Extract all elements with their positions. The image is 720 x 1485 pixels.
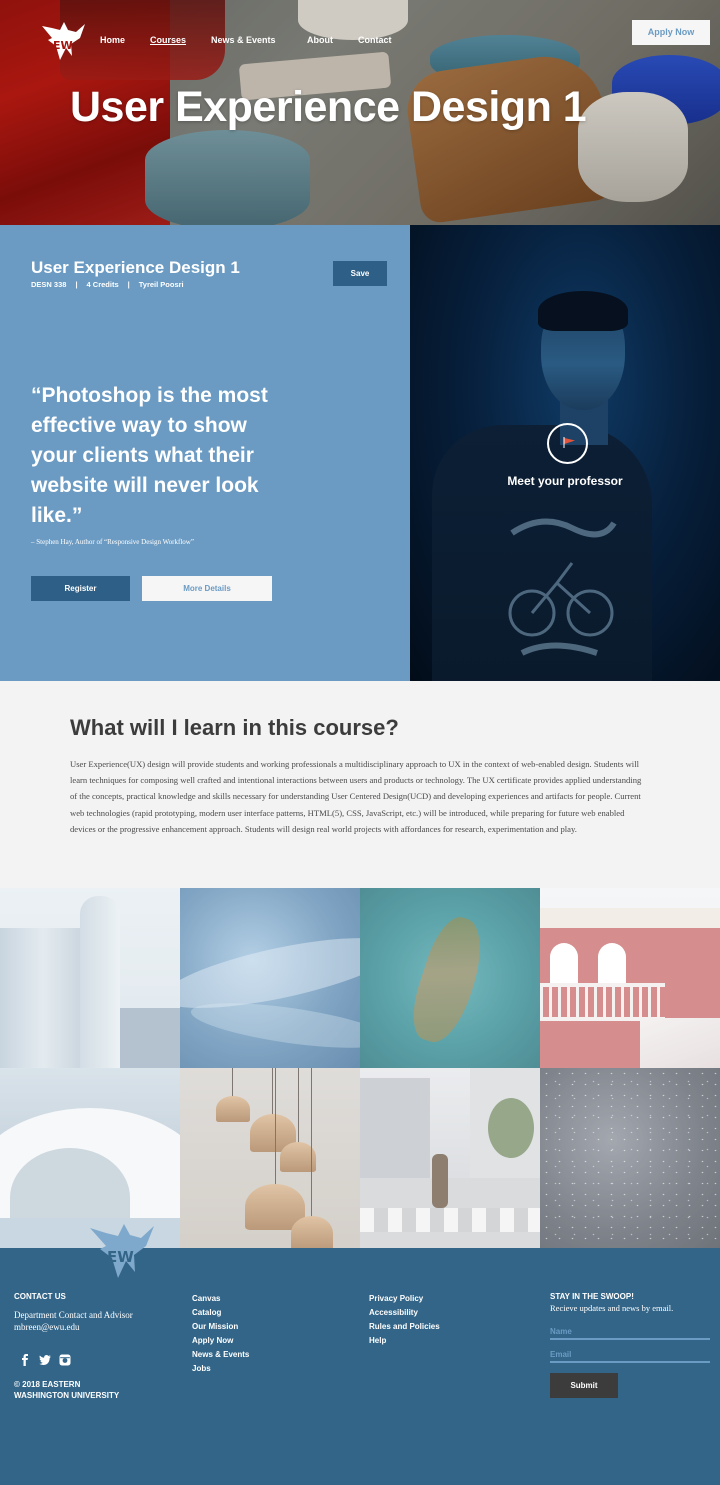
gallery-image-street[interactable]: [360, 1068, 540, 1248]
footer-link-apply[interactable]: Apply Now: [192, 1334, 249, 1348]
register-button[interactable]: Register: [31, 576, 130, 601]
newsletter-submit-button[interactable]: Submit: [550, 1373, 618, 1398]
course-credits: 4 Credits: [86, 280, 119, 289]
twitter-icon[interactable]: [38, 1353, 52, 1367]
image-wash: [360, 888, 540, 1068]
nav-courses[interactable]: Courses: [150, 35, 186, 45]
image-wash: [180, 888, 360, 1068]
footer-link-accessibility[interactable]: Accessibility: [369, 1306, 440, 1320]
gallery-image-lamps[interactable]: [180, 1068, 360, 1248]
newsletter-name-input[interactable]: [550, 1324, 710, 1340]
quote-attribution: – Stephen Hay, Author of “Responsive Des…: [31, 538, 194, 546]
newsletter-email-input[interactable]: [550, 1347, 710, 1363]
flag-icon: [563, 437, 575, 448]
footer-link-canvas[interactable]: Canvas: [192, 1292, 249, 1306]
newsletter-text: Recieve updates and news by email.: [550, 1303, 674, 1313]
facebook-icon[interactable]: [18, 1353, 32, 1367]
copyright-line: WASHINGTON UNIVERSITY: [14, 1391, 120, 1400]
course-instructor: Tyreil Poosri: [138, 280, 184, 289]
footer-link-jobs[interactable]: Jobs: [192, 1362, 249, 1376]
svg-text:EW: EW: [107, 1248, 134, 1266]
newsletter-heading: STAY IN THE SWOOP!: [550, 1292, 634, 1301]
image-wash: [540, 888, 720, 1068]
hero: EW Home Courses News & Events About Cont…: [0, 0, 720, 225]
course-title: User Experience Design 1: [31, 258, 240, 277]
footer-link-catalog[interactable]: Catalog: [192, 1306, 249, 1320]
shirt-graphic: [508, 518, 617, 656]
professor-hair: [538, 291, 628, 331]
save-button[interactable]: Save: [333, 261, 387, 286]
footer-link-help[interactable]: Help: [369, 1334, 440, 1348]
quote-text: “Photoshop is the most effective way to …: [31, 384, 268, 527]
copyright: © 2018 EASTERN WASHINGTON UNIVERSITY: [14, 1379, 154, 1401]
footer-link-mission[interactable]: Our Mission: [192, 1320, 249, 1334]
instagram-icon[interactable]: [58, 1353, 72, 1367]
meet-professor-label[interactable]: Meet your professor: [410, 474, 720, 488]
gallery-image-night-sky[interactable]: [540, 1068, 720, 1248]
image-wash: [180, 1068, 360, 1248]
meta-separator: |: [127, 280, 130, 289]
image-wash: [540, 1068, 720, 1248]
footer: EW CONTACT US Department Contact and Adv…: [0, 1224, 720, 1485]
eagle-logo-icon[interactable]: EW: [86, 1216, 158, 1282]
footer-links-secondary: Privacy Policy Accessibility Rules and P…: [369, 1292, 440, 1348]
learn-heading: What will I learn in this course?: [70, 715, 399, 740]
learn-description: User Experience(UX) design will provide …: [70, 759, 642, 834]
copyright-line: © 2018 EASTERN: [14, 1380, 81, 1389]
course-code: DESN 338: [31, 280, 67, 289]
gallery-image-island[interactable]: [360, 888, 540, 1068]
apply-now-button[interactable]: Apply Now: [632, 20, 710, 45]
gallery-image-water[interactable]: [180, 888, 360, 1068]
nav-news-events[interactable]: News & Events: [211, 35, 276, 45]
nav-home[interactable]: Home: [100, 35, 125, 45]
footer-link-news[interactable]: News & Events: [192, 1348, 249, 1362]
contact-heading: CONTACT US: [14, 1292, 66, 1301]
image-wash: [0, 888, 180, 1068]
eagle-logo-icon[interactable]: EW: [38, 16, 88, 64]
more-details-button[interactable]: More Details: [142, 576, 272, 601]
gallery-image-house[interactable]: [540, 888, 720, 1068]
footer-links-primary: Canvas Catalog Our Mission Apply Now New…: [192, 1292, 249, 1376]
course-info-panel: User Experience Design 1 DESN 338 | 4 Cred…: [0, 225, 410, 681]
image-wash: [360, 1068, 540, 1248]
course-meta: DESN 338 | 4 Credits | Tyreil Poosri: [31, 280, 184, 289]
footer-link-rules[interactable]: Rules and Policies: [369, 1320, 440, 1334]
contact-email[interactable]: mbreen@ewu.edu: [14, 1321, 80, 1333]
nav-about[interactable]: About: [307, 35, 333, 45]
nav-contact[interactable]: Contact: [358, 35, 392, 45]
image-gallery: [0, 888, 720, 1248]
footer-link-privacy[interactable]: Privacy Policy: [369, 1292, 440, 1306]
hero-title: User Experience Design 1: [70, 83, 587, 131]
contact-role: Department Contact and Advisor: [14, 1310, 133, 1320]
gallery-image-building[interactable]: [0, 888, 180, 1068]
professor-photo[interactable]: Meet your professor: [410, 225, 720, 681]
learn-section: What will I learn in this course? User E…: [0, 681, 720, 888]
svg-text:EW: EW: [53, 39, 73, 52]
meta-separator: |: [75, 280, 78, 289]
